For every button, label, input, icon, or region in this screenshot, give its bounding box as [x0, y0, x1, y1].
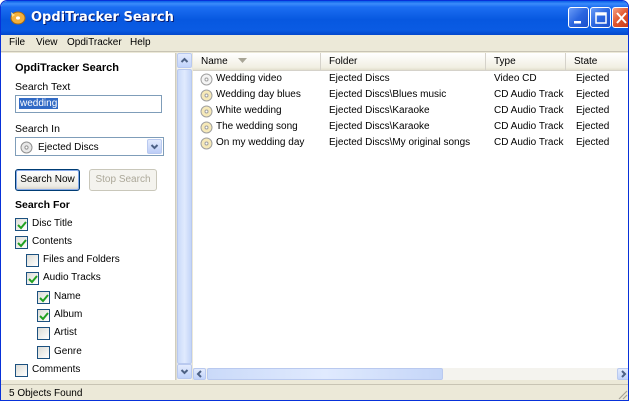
checkbox[interactable]	[15, 218, 28, 231]
search-in-dropdown[interactable]: Ejected Discs	[15, 137, 164, 156]
checkmark-icon	[39, 312, 49, 321]
maximize-icon	[595, 12, 607, 24]
checkbox[interactable]	[37, 346, 50, 359]
search-text-input[interactable]: wedding	[15, 95, 162, 113]
search-in-label: Search In	[15, 123, 60, 135]
scroll-right-button[interactable]	[617, 368, 628, 380]
table-row[interactable]: White wedding Ejected Discs\Karaoke CD A…	[193, 104, 628, 120]
close-icon	[616, 12, 627, 24]
table-row[interactable]: Wedding video Ejected Discs Video CD Eje…	[193, 72, 628, 88]
minimize-button[interactable]	[568, 7, 589, 28]
table-row[interactable]: Wedding day blues Ejected Discs\Blues mu…	[193, 88, 628, 104]
audio-track-icon	[200, 137, 213, 150]
menu-file[interactable]: File	[9, 37, 25, 48]
table-row[interactable]: On my wedding day Ejected Discs\My origi…	[193, 136, 628, 152]
checkbox[interactable]	[15, 236, 28, 249]
app-window: OpdiTracker Search File View OpdiTracker…	[0, 0, 629, 401]
chevron-right-icon	[621, 370, 627, 378]
chevron-up-icon	[180, 57, 189, 63]
search-text-value: wedding	[19, 98, 59, 109]
search-text-label: Search Text	[15, 81, 71, 93]
column-header-type[interactable]: Type	[486, 53, 566, 71]
status-text: 5 Objects Found	[9, 388, 83, 399]
checkbox[interactable]	[37, 309, 50, 322]
left-vertical-scrollbar[interactable]	[176, 53, 192, 380]
checkbox[interactable]	[15, 364, 28, 377]
table-row[interactable]: The wedding song Ejected Discs\Karaoke C…	[193, 120, 628, 136]
status-bar: 5 Objects Found	[1, 384, 628, 400]
stop-search-button[interactable]: Stop Search	[89, 169, 157, 191]
column-header-folder[interactable]: Folder	[321, 53, 486, 71]
search-panel-title: OpdiTracker Search	[15, 62, 119, 74]
scroll-left-button[interactable]	[193, 368, 206, 380]
search-in-value: Ejected Discs	[38, 142, 99, 153]
checkmark-icon	[28, 275, 38, 284]
minimize-icon	[574, 21, 581, 24]
checkbox[interactable]	[26, 272, 39, 285]
scroll-up-button[interactable]	[177, 53, 192, 68]
window-title: OpdiTracker Search	[31, 10, 174, 25]
results-list: Name Folder Type State Wedding video Eje…	[193, 53, 628, 368]
chevron-down-icon	[180, 369, 189, 375]
search-panel: OpdiTracker Search Search Text wedding S…	[1, 53, 176, 380]
menu-help[interactable]: Help	[130, 37, 151, 48]
checkbox[interactable]	[26, 254, 39, 267]
title-bar[interactable]: OpdiTracker Search	[1, 1, 628, 35]
resize-grip-icon[interactable]	[616, 388, 628, 400]
search-now-button[interactable]: Search Now	[15, 169, 80, 191]
chevron-down-icon	[150, 144, 159, 150]
menu-opditracker[interactable]: OpdiTracker	[67, 37, 122, 48]
sort-arrow-icon	[238, 58, 248, 63]
scroll-down-button[interactable]	[177, 364, 192, 379]
scroll-thumb[interactable]	[207, 368, 443, 380]
checkbox[interactable]	[37, 291, 50, 304]
search-for-label: Search For	[15, 199, 70, 211]
audio-track-icon	[200, 121, 213, 134]
chevron-left-icon	[196, 370, 202, 378]
checkmark-icon	[17, 239, 27, 248]
menu-bar: File View OpdiTracker Help	[1, 35, 628, 52]
results-horizontal-scrollbar[interactable]	[193, 368, 628, 380]
scroll-thumb[interactable]	[177, 69, 192, 364]
dropdown-arrow-button[interactable]	[147, 139, 162, 154]
app-disc-icon	[10, 11, 26, 25]
audio-track-icon	[200, 105, 213, 118]
menu-view[interactable]: View	[36, 37, 58, 48]
maximize-button[interactable]	[590, 7, 611, 28]
results-header: Name Folder Type State	[193, 53, 628, 71]
checkmark-icon	[39, 294, 49, 303]
video-cd-icon	[200, 73, 213, 86]
column-header-state[interactable]: State	[566, 53, 628, 71]
close-button[interactable]	[612, 7, 628, 28]
ejected-discs-icon	[20, 141, 33, 154]
checkmark-icon	[17, 221, 27, 230]
checkbox[interactable]	[37, 327, 50, 340]
column-header-name[interactable]: Name	[193, 53, 321, 71]
audio-track-icon	[200, 89, 213, 102]
